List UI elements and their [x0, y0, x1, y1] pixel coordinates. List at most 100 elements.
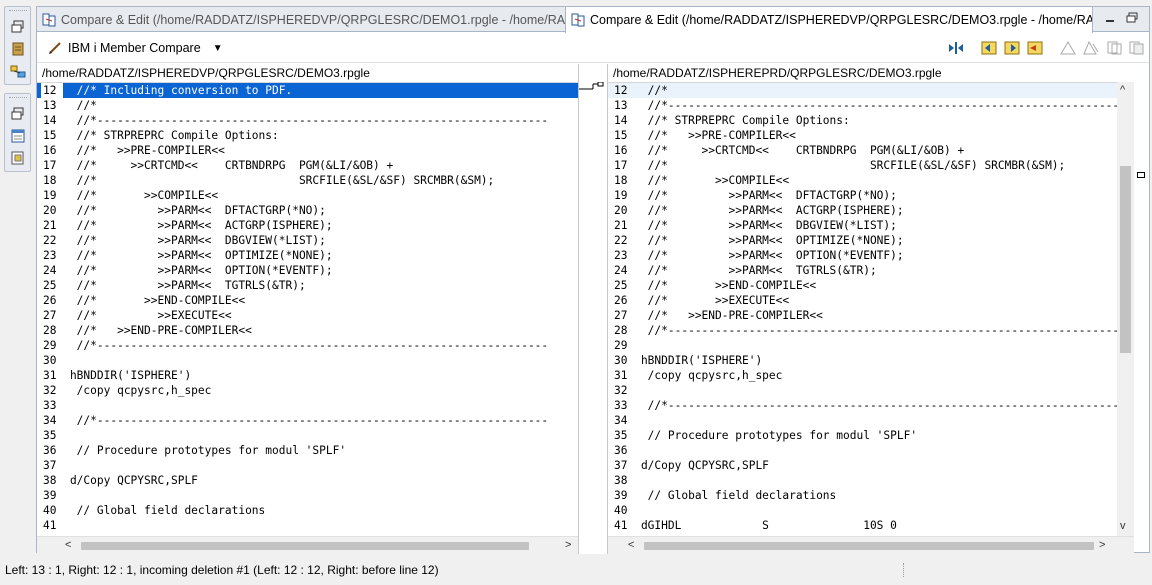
code-line[interactable]: 35 // Procedure prototypes for modul 'SP…	[608, 428, 1117, 443]
overview-ruler[interactable]	[1134, 82, 1149, 536]
code-text[interactable]: //* >>PARM<< TGTRLS(&TR);	[614, 263, 877, 278]
code-text[interactable]: //* >>PARM<< OPTIMIZE(*NONE);	[43, 248, 333, 263]
code-text[interactable]: //* STRPREPRC Compile Options:	[614, 113, 850, 128]
code-line[interactable]: 24 //* >>PARM<< OPTION(*EVENTF);	[37, 263, 578, 278]
code-line[interactable]: 24 //* >>PARM<< TGTRLS(&TR);	[608, 263, 1117, 278]
code-text[interactable]: //* >>END-COMPILE<<	[614, 278, 816, 293]
code-line[interactable]: 13 //*	[37, 98, 578, 113]
code-line[interactable]: 26 //* >>END-COMPILE<<	[37, 293, 578, 308]
copy-current-change-icon[interactable]	[1026, 40, 1044, 56]
properties-icon[interactable]	[8, 148, 28, 168]
code-line[interactable]: 20 //* >>PARM<< DFTACTGRP(*NO);	[37, 203, 578, 218]
code-line[interactable]: 36	[608, 443, 1117, 458]
code-line[interactable]: 21 //* >>PARM<< DBGVIEW(*LIST);	[608, 218, 1117, 233]
code-line[interactable]: 17 //* >>CRTCMD<< CRTBNDRPG PGM(&LI/&OB)…	[37, 158, 578, 173]
code-text[interactable]: //* >>COMPILE<<	[43, 188, 218, 203]
code-line[interactable]: 15 //* STRPREPRC Compile Options:	[37, 128, 578, 143]
code-line[interactable]: 27 //* >>END-PRE-COMPILER<<	[608, 308, 1117, 323]
member-compare-menu[interactable]: IBM i Member Compare ▼	[47, 40, 223, 56]
code-line[interactable]: 15 //* >>PRE-COMPILER<<	[608, 128, 1117, 143]
vertical-scrollbar[interactable]: ^ v	[1117, 82, 1134, 536]
code-text[interactable]: //* >>PARM<< DBGVIEW(*LIST);	[614, 218, 897, 233]
code-line[interactable]: 17 //* SRCFILE(&SL/&SF) SRCMBR(&SM);	[608, 158, 1117, 173]
code-text[interactable]: d/Copy QCPYSRC,SPLF	[614, 458, 769, 473]
code-line[interactable]: 26 //* >>EXECUTE<<	[608, 293, 1117, 308]
outline-view-icon[interactable]	[8, 126, 28, 146]
code-text[interactable]: //* >>EXECUTE<<	[614, 293, 789, 308]
code-line[interactable]: 12 //* Including conversion to PDF.	[37, 83, 578, 98]
ignore-whitespace-icon[interactable]	[1082, 40, 1100, 56]
code-text[interactable]: //* >>COMPILE<<	[614, 173, 789, 188]
code-line[interactable]: 35	[37, 428, 578, 443]
copy-all-left-to-right-icon[interactable]	[947, 40, 965, 56]
connections-icon[interactable]	[8, 61, 28, 81]
code-line[interactable]: 21 //* >>PARM<< ACTGRP(ISPHERE);	[37, 218, 578, 233]
code-line[interactable]: 16 //* >>PRE-COMPILER<<	[37, 143, 578, 158]
code-text[interactable]: // Procedure prototypes for modul 'SPLF'	[614, 428, 917, 443]
code-line[interactable]: 34	[608, 413, 1117, 428]
code-text[interactable]: //* SRCFILE(&SL/&SF) SRCMBR(&SM);	[43, 173, 495, 188]
code-line[interactable]: 38 d/Copy QCPYSRC,SPLF	[37, 473, 578, 488]
code-line[interactable]: 39	[37, 488, 578, 503]
code-text[interactable]: //* >>PARM<< ACTGRP(ISPHERE);	[614, 203, 904, 218]
code-line[interactable]: 32 /copy qcpysrc,h_spec	[37, 383, 578, 398]
code-line[interactable]: 32	[608, 383, 1117, 398]
scroll-right-arrow[interactable]: >	[1099, 539, 1105, 551]
code-line[interactable]: 19 //* >>COMPILE<<	[37, 188, 578, 203]
scrollbar-thumb[interactable]	[81, 542, 529, 550]
code-text[interactable]: //* >>END-PRE-COMPILER<<	[43, 323, 252, 338]
code-text[interactable]: //* Including conversion to PDF.	[43, 83, 293, 98]
code-line[interactable]: 19 //* >>PARM<< DFTACTGRP(*NO);	[608, 188, 1117, 203]
code-line[interactable]: 39 // Global field declarations	[608, 488, 1117, 503]
code-text[interactable]: //* >>PARM<< OPTION(*EVENTF);	[43, 263, 333, 278]
code-text[interactable]: //* >>PRE-COMPILER<<	[614, 128, 796, 143]
left-horizontal-scrollbar[interactable]: < >	[37, 536, 578, 554]
code-line[interactable]: 41	[37, 518, 578, 533]
code-line[interactable]: 34 //*----------------------------------…	[37, 413, 578, 428]
code-text[interactable]: //* >>PARM<< OPTION(*EVENTF);	[614, 248, 904, 263]
code-text[interactable]: //* >>PRE-COMPILER<<	[43, 143, 225, 158]
show-ancestor-icon[interactable]	[1059, 40, 1077, 56]
code-line[interactable]: 18 //* SRCFILE(&SL/&SF) SRCMBR(&SM);	[37, 173, 578, 188]
previous-change-icon[interactable]	[1003, 40, 1021, 56]
code-line[interactable]: 33 //*----------------------------------…	[608, 398, 1117, 413]
code-text[interactable]: //*	[614, 83, 668, 98]
code-text[interactable]: //* >>PARM<< TGTRLS(&TR);	[43, 278, 306, 293]
scroll-left-arrow[interactable]: <	[65, 539, 71, 551]
scrollbar-thumb[interactable]	[1120, 166, 1131, 353]
code-line[interactable]: 33	[37, 398, 578, 413]
code-line[interactable]: 29	[608, 338, 1117, 353]
code-line[interactable]: 18 //* >>COMPILE<<	[608, 173, 1117, 188]
code-text[interactable]: //*	[43, 98, 97, 113]
code-text[interactable]: /copy qcpysrc,h_spec	[614, 368, 783, 383]
code-line[interactable]: 41 dGIHDL S 10S 0	[608, 518, 1117, 533]
code-text[interactable]: //* >>CRTCMD<< CRTBNDRPG PGM(&LI/&OB) +	[43, 158, 394, 173]
right-horizontal-scrollbar[interactable]: < >	[608, 536, 1134, 554]
code-line[interactable]: 36 // Procedure prototypes for modul 'SP…	[37, 443, 578, 458]
next-change-icon[interactable]	[980, 40, 998, 56]
code-text[interactable]: //* SRCFILE(&SL/&SF) SRCMBR(&SM);	[614, 158, 1066, 173]
code-text[interactable]: //*-------------------------------------…	[614, 98, 1117, 113]
code-text[interactable]: //* >>PARM<< DBGVIEW(*LIST);	[43, 233, 326, 248]
code-text[interactable]: hBNDDIR('ISPHERE')	[43, 368, 191, 383]
code-text[interactable]: //* >>PARM<< ACTGRP(ISPHERE);	[43, 218, 333, 233]
restore-icon[interactable]	[1124, 11, 1140, 25]
code-line[interactable]: 16 //* >>CRTCMD<< CRTBNDRPG PGM(&LI/&OB)…	[608, 143, 1117, 158]
code-text[interactable]: /copy qcpysrc,h_spec	[43, 383, 212, 398]
code-line[interactable]: 27 //* >>EXECUTE<<	[37, 308, 578, 323]
code-text[interactable]: // Procedure prototypes for modul 'SPLF'	[43, 443, 346, 458]
code-text[interactable]: //* >>CRTCMD<< CRTBNDRPG PGM(&LI/&OB) +	[614, 143, 965, 158]
code-text[interactable]: //* >>END-COMPILE<<	[43, 293, 245, 308]
code-text[interactable]: //* >>PARM<< DFTACTGRP(*NO);	[43, 203, 326, 218]
tab-compare-demo3[interactable]: Compare & Edit (/home/RADDATZ/ISPHEREDVP…	[565, 7, 1093, 33]
code-text[interactable]: //*-------------------------------------…	[43, 413, 549, 428]
left-code-pane[interactable]: 12 //* Including conversion to PDF. 13 //…	[37, 82, 578, 536]
scroll-left-arrow[interactable]: <	[628, 539, 634, 551]
scrollbar-thumb[interactable]	[644, 542, 1094, 550]
overview-change-marker[interactable]	[1137, 172, 1145, 178]
code-text[interactable]: // Global field declarations	[614, 488, 837, 503]
code-line[interactable]: 28 //* >>END-PRE-COMPILER<<	[37, 323, 578, 338]
code-line[interactable]: 25 //* >>PARM<< TGTRLS(&TR);	[37, 278, 578, 293]
code-text[interactable]: d/Copy QCPYSRC,SPLF	[43, 473, 198, 488]
code-line[interactable]: 23 //* >>PARM<< OPTIMIZE(*NONE);	[37, 248, 578, 263]
